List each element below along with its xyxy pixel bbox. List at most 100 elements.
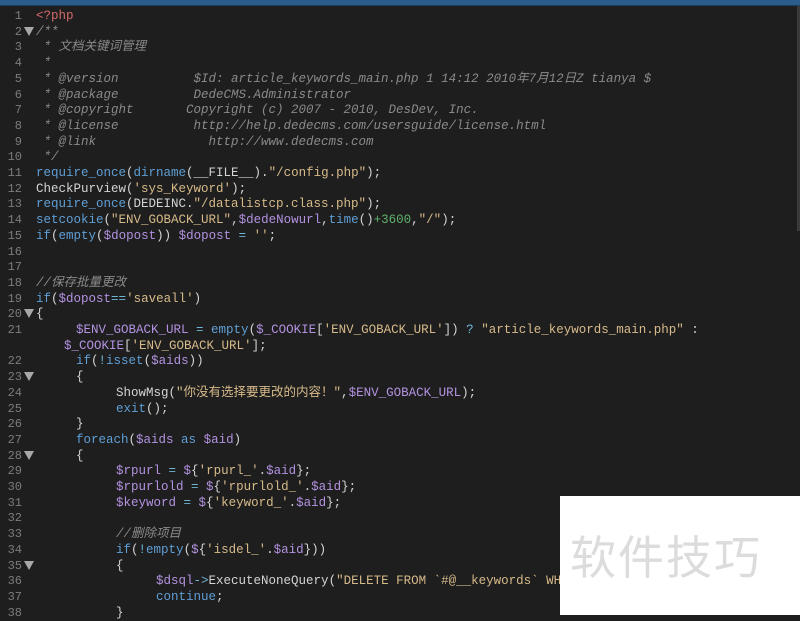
token-var: $ENV_GOBACK_URL xyxy=(348,385,462,400)
code-line[interactable]: 22 if(!isset($aids)) xyxy=(0,353,800,369)
token-var: $rpurl xyxy=(116,464,162,479)
token-str: 'saveall' xyxy=(126,291,194,306)
code-line[interactable]: 28 { xyxy=(0,448,800,464)
code-line[interactable]: 5 * @version $Id: article_keywords_main.… xyxy=(0,71,800,87)
code-text: { xyxy=(36,369,84,385)
token-pn: (__FILE__). xyxy=(186,166,269,180)
token-str: '' xyxy=(253,228,269,243)
code-line[interactable]: $_COOKIE['ENV_GOBACK_URL']; xyxy=(0,338,800,354)
token-pn: }; xyxy=(326,495,342,510)
token-var: $ xyxy=(183,464,192,479)
code-line[interactable]: 23 { xyxy=(0,369,800,385)
token-str: 'rpurl_' xyxy=(198,464,259,479)
fold-arrow-icon[interactable] xyxy=(24,309,34,319)
fold-arrow-icon[interactable] xyxy=(24,450,34,460)
line-number: 8 xyxy=(14,118,22,133)
code-line[interactable]: 25 exit(); xyxy=(0,401,800,417)
code-text: $rpurlold = ${'rpurlold_'.$aid}; xyxy=(36,479,356,495)
token-var: $dopost xyxy=(178,228,232,243)
token-var: $ xyxy=(198,495,207,510)
token-cm: //保存批量更改 xyxy=(36,275,127,290)
token-pn: ( xyxy=(103,213,112,228)
code-line[interactable]: 26} xyxy=(0,416,800,432)
code-wrapped-continuation: $_COOKIE['ENV_GOBACK_URL']; xyxy=(64,338,267,354)
code-line[interactable]: 7 * @copyright Copyright (c) 2007 - 2010… xyxy=(0,102,800,118)
code-text: } xyxy=(36,605,124,621)
token-var: $aid xyxy=(296,495,327,510)
line-number: 15 xyxy=(7,228,22,243)
token-pn: { xyxy=(191,464,199,479)
code-line[interactable]: 19 if($dopost=='saveall') xyxy=(0,291,800,307)
token-var: $aid xyxy=(203,432,234,447)
token-cm: * @license http://help.dedecms.com/users… xyxy=(36,118,547,133)
fold-arrow-icon[interactable] xyxy=(24,26,34,36)
token-str: "/datalistcp.class.php" xyxy=(193,197,367,212)
code-line[interactable]: 20 { xyxy=(0,306,800,322)
code-line[interactable]: 29 $rpurl = ${'rpurl_'.$aid}; xyxy=(0,463,800,479)
code-text: $ENV_GOBACK_URL = empty($_COOKIE['ENV_GO… xyxy=(36,322,699,338)
code-line[interactable]: 24 ShowMsg("你没有选择要更改的内容！",$ENV_GOBACK_URL… xyxy=(0,385,800,401)
code-line[interactable]: 2 /** xyxy=(0,24,800,40)
code-line[interactable]: 3 * 文档关键词管理 xyxy=(0,39,800,55)
code-line[interactable]: 13 require_once(DEDEINC."/datalistcp.clas… xyxy=(0,196,800,212)
token-str: "ENV_GOBACK_URL" xyxy=(111,213,232,228)
token-var: $aid xyxy=(266,464,297,479)
watermark-overlay: 软件技巧 xyxy=(560,496,800,615)
token-str: "/config.php" xyxy=(268,166,367,180)
line-number: 34 xyxy=(7,542,22,557)
token-pn: { xyxy=(198,542,207,557)
line-number: 1 xyxy=(14,9,22,23)
line-number: 35 xyxy=(7,558,22,573)
token-str: "/" xyxy=(418,213,442,228)
token-pn: . xyxy=(288,495,297,510)
line-number: 3 xyxy=(14,40,22,55)
line-number: 32 xyxy=(7,511,22,526)
code-line[interactable]: 14 setcookie("ENV_GOBACK_URL",$dedeNowurl… xyxy=(0,212,800,228)
line-number: 10 xyxy=(7,150,22,165)
token-pn: , xyxy=(411,213,419,228)
code-line[interactable]: 15 if(empty($dopost)) $dopost = ''; xyxy=(0,228,800,244)
token-pn: }; xyxy=(341,480,357,494)
token-pn: { xyxy=(76,370,84,385)
token-cm: * 文档关键词管理 xyxy=(36,40,147,55)
code-line[interactable]: 21 $ENV_GOBACK_URL = empty($_COOKIE['ENV_… xyxy=(0,322,800,338)
fold-arrow-icon[interactable] xyxy=(24,372,34,382)
code-line[interactable]: 1 <?php xyxy=(0,8,800,24)
code-text: * @package DedeCMS.Administrator xyxy=(36,87,352,103)
token-var: $ENV_GOBACK_URL xyxy=(76,323,189,337)
token-pn: { xyxy=(116,558,124,573)
fold-arrow-icon[interactable] xyxy=(24,560,34,570)
code-line[interactable]: 30 $rpurlold = ${'rpurlold_'.$aid}; xyxy=(0,479,800,495)
code-line[interactable]: 17 xyxy=(0,259,800,275)
token-str: "你没有选择要更改的内容！" xyxy=(176,385,342,400)
code-text: * 文档关键词管理 xyxy=(36,39,147,55)
line-number: 29 xyxy=(7,464,22,479)
code-text: continue; xyxy=(36,589,224,605)
token-pn: ) xyxy=(233,432,242,447)
token-fn: require_once xyxy=(36,197,127,212)
code-line[interactable]: 10 */ xyxy=(0,149,800,165)
code-text: setcookie("ENV_GOBACK_URL",$dedeNowurl,t… xyxy=(36,212,456,228)
token-pn: { xyxy=(213,480,222,494)
code-line[interactable]: 4 * xyxy=(0,55,800,71)
code-line[interactable]: 6 * @package DedeCMS.Administrator xyxy=(0,87,800,103)
code-line[interactable]: 9 * @link http://www.dedecms.com xyxy=(0,134,800,150)
code-line[interactable]: 18 //保存批量更改 xyxy=(0,275,800,291)
code-line[interactable]: 16 xyxy=(0,244,800,260)
code-line[interactable]: 12 CheckPurview('sys_Keyword'); xyxy=(0,181,800,197)
line-number: 7 xyxy=(14,103,22,118)
line-number: 14 xyxy=(7,213,22,228)
token-op: = xyxy=(188,323,212,337)
token-var: $dedeNowurl xyxy=(238,213,322,228)
line-number: 36 xyxy=(7,574,22,589)
code-line[interactable]: 11 require_once(dirname(__FILE__)."/confi… xyxy=(0,165,800,181)
code-line[interactable]: 27 foreach($aids as $aid) xyxy=(0,432,800,448)
line-number: 28 xyxy=(7,448,22,463)
token-pn: } xyxy=(76,417,84,432)
token-pn: ( xyxy=(328,574,337,589)
line-number: 16 xyxy=(7,244,22,259)
code-line[interactable]: 8 * @license http://help.dedecms.com/use… xyxy=(0,118,800,134)
code-text: { xyxy=(36,558,124,574)
token-var: $dopost xyxy=(58,291,112,306)
token-pn: ( xyxy=(126,166,134,180)
